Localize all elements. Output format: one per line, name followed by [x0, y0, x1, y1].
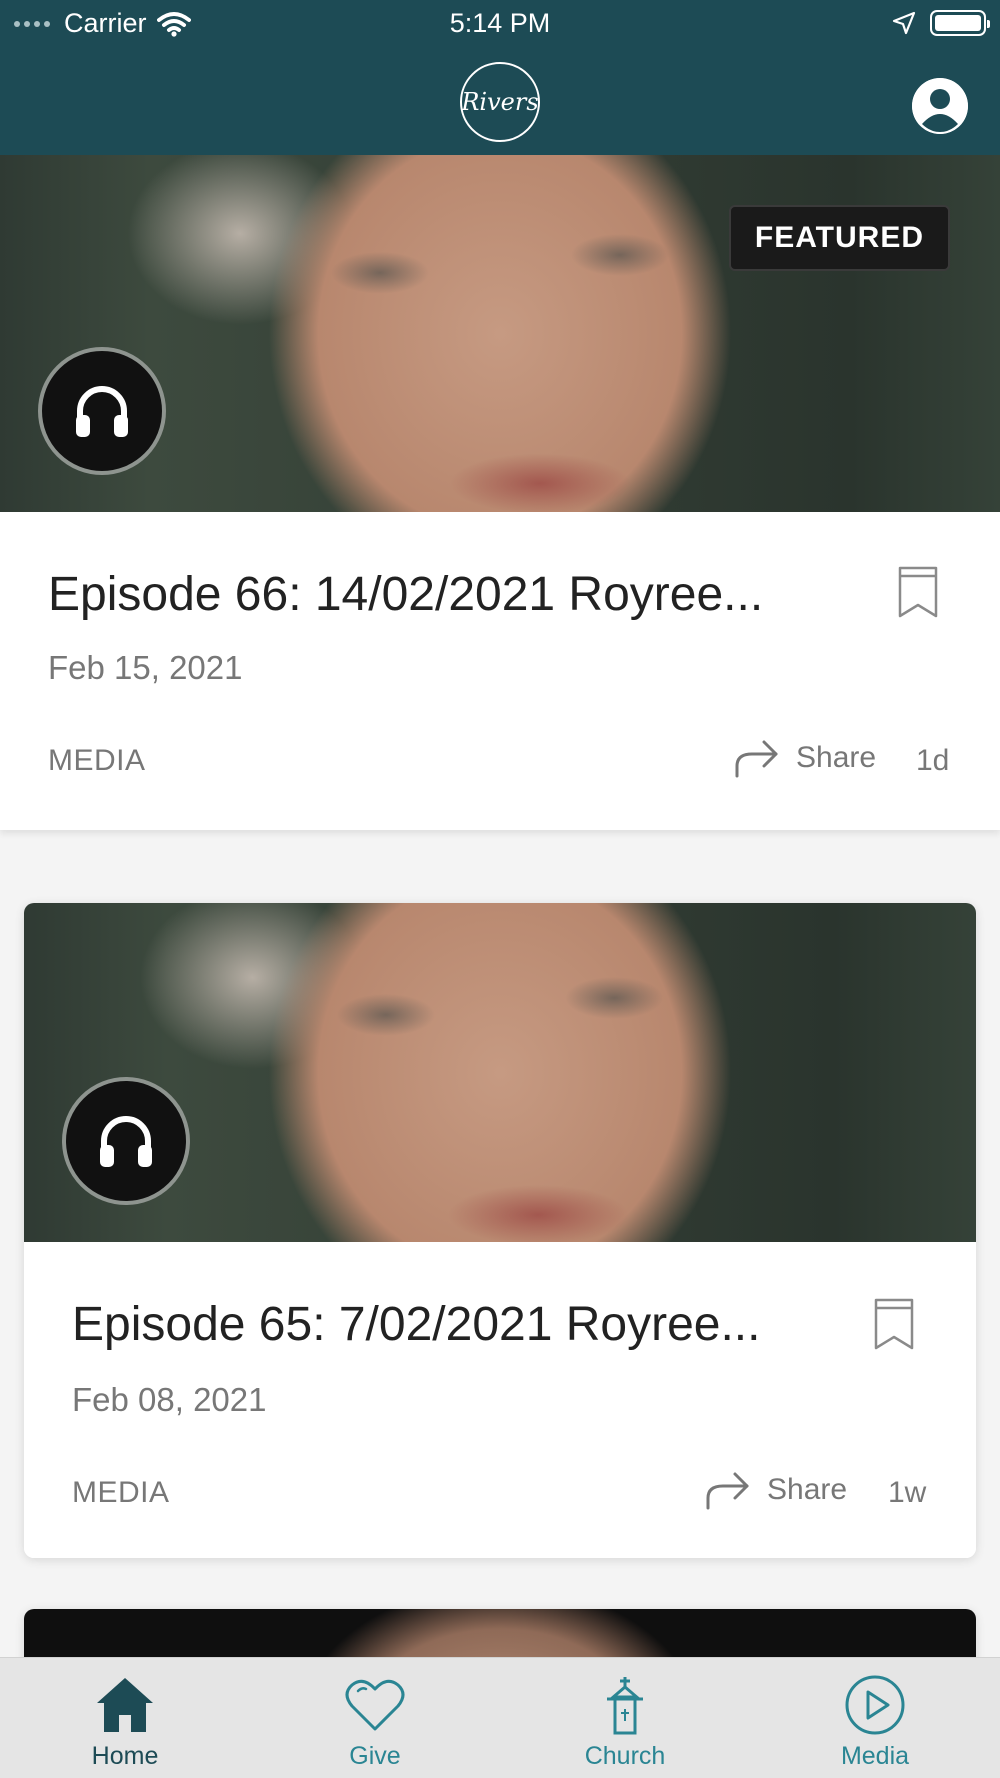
- content-card[interactable]: Episode 65: 7/02/2021 Royree... Feb 08, …: [24, 903, 976, 1558]
- battery-icon: [930, 10, 990, 36]
- headphones-icon: [100, 1116, 152, 1167]
- share-arrow-icon: [706, 1472, 749, 1510]
- bookmark-icon[interactable]: [873, 1297, 915, 1351]
- card-image[interactable]: [24, 903, 976, 1242]
- play-circle-icon: [845, 1675, 905, 1735]
- tab-label: Give: [349, 1742, 401, 1770]
- card-body: Episode 65: 7/02/2021 Royree... Feb 08, …: [24, 1242, 976, 1558]
- logo-text: Rivers: [461, 88, 539, 116]
- status-time: 5:14 PM: [449, 8, 551, 38]
- card-title[interactable]: Episode 66: 14/02/2021 Royree...: [48, 567, 763, 622]
- featured-card-body: Episode 66: 14/02/2021 Royree... Feb 15,…: [0, 512, 1000, 830]
- tab-church[interactable]: Church: [500, 1658, 750, 1778]
- card-category: MEDIA: [72, 1476, 170, 1509]
- tab-media[interactable]: Media: [750, 1658, 1000, 1778]
- location-arrow-icon: [892, 11, 916, 35]
- card-age: 1d: [916, 744, 950, 777]
- share-button[interactable]: Share: [705, 1470, 847, 1510]
- content-feed[interactable]: FEATURED Episode 66: 14/02/2021 Royree..…: [0, 155, 1000, 1657]
- tab-label: Church: [584, 1742, 666, 1770]
- top-app-bar: Carrier 5:14 PM Rivers: [0, 0, 1000, 155]
- home-icon: [97, 1678, 153, 1732]
- profile-button[interactable]: [912, 78, 968, 134]
- bottom-tab-bar: Home Give Church Media: [0, 1657, 1000, 1778]
- audio-badge: [38, 347, 166, 475]
- card-image[interactable]: [24, 1609, 976, 1657]
- share-label: Share: [796, 741, 877, 774]
- tab-label: Media: [840, 1742, 910, 1770]
- status-bar: Carrier 5:14 PM: [0, 0, 1000, 46]
- share-label: Share: [767, 1473, 848, 1506]
- card-age: 1w: [888, 1476, 927, 1509]
- featured-content-card[interactable]: FEATURED Episode 66: 14/02/2021 Royree..…: [0, 155, 1000, 830]
- card-category: MEDIA: [48, 744, 146, 777]
- user-icon: [912, 78, 968, 134]
- content-card[interactable]: [24, 1609, 976, 1657]
- tab-give[interactable]: Give: [250, 1658, 500, 1778]
- headphones-icon: [76, 386, 128, 437]
- church-icon: [607, 1677, 643, 1735]
- bookmark-icon[interactable]: [897, 565, 939, 619]
- featured-badge: FEATURED: [728, 205, 950, 271]
- heart-icon: [345, 1679, 405, 1731]
- share-arrow-icon: [735, 740, 778, 778]
- audio-badge: [62, 1077, 190, 1205]
- rivers-logo: Rivers: [460, 62, 540, 142]
- card-date: Feb 08, 2021: [72, 1381, 267, 1418]
- card-title[interactable]: Episode 65: 7/02/2021 Royree...: [72, 1297, 760, 1352]
- share-button[interactable]: Share: [734, 738, 876, 778]
- tab-label: Home: [91, 1742, 159, 1770]
- tab-home[interactable]: Home: [0, 1658, 250, 1778]
- featured-card-image[interactable]: FEATURED: [0, 155, 1000, 512]
- card-date: Feb 15, 2021: [48, 649, 243, 686]
